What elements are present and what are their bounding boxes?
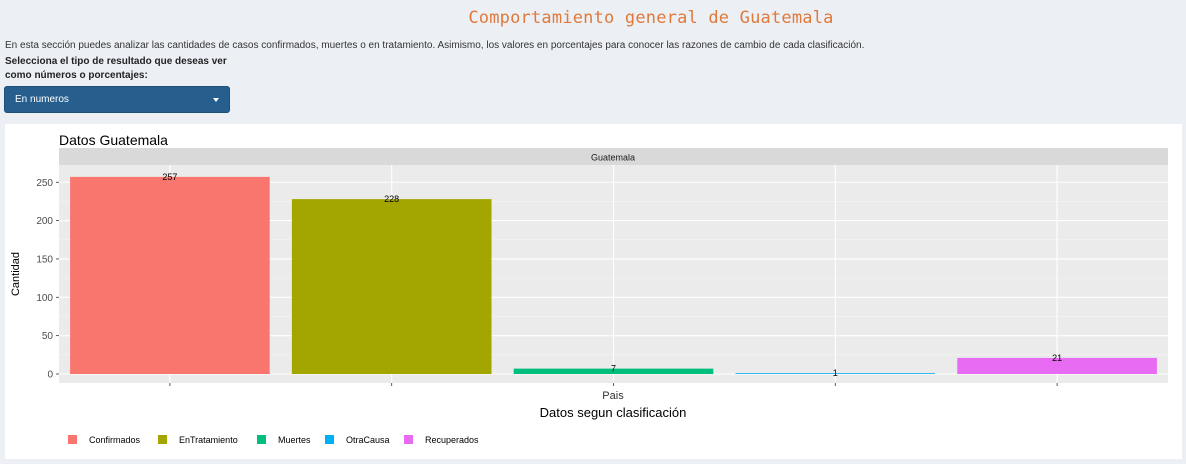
- chart-panel: Datos Guatemala Guatemala 257 228 7 1 21 0 50…: [5, 124, 1182, 459]
- data-label: 228: [384, 194, 399, 204]
- y-tick-label: 150: [36, 254, 53, 265]
- y-axis-title: Cantidad: [10, 252, 22, 296]
- legend-swatch: [325, 435, 334, 444]
- legend-swatch: [68, 435, 77, 444]
- y-tick-label: 50: [42, 331, 54, 342]
- x-axis: [169, 383, 1058, 386]
- y-tick-label: 200: [36, 216, 53, 227]
- x-tick-label: Pais: [602, 390, 624, 402]
- legend-label: EnTratamiento: [179, 435, 238, 445]
- result-type-label: Selecciona el tipo de resultado que dese…: [5, 55, 235, 83]
- legend-label: Confirmados: [89, 435, 141, 445]
- legend-label: OtraCausa: [346, 435, 390, 445]
- bar-confirmados: [70, 176, 270, 374]
- result-type-selected-value: En numeros: [15, 94, 69, 105]
- data-label: 7: [611, 364, 616, 374]
- legend-swatch: [158, 435, 167, 444]
- chart-title: Datos Guatemala: [59, 132, 168, 148]
- legend-label: Recuperados: [425, 435, 479, 445]
- legend-swatch: [257, 435, 266, 444]
- result-type-label-line2: como números o porcentajes:: [5, 70, 148, 81]
- section-description: En esta sección puedes analizar las cant…: [5, 40, 865, 51]
- data-label: 21: [1052, 353, 1062, 363]
- x-axis-title: Datos segun clasificación: [540, 405, 687, 420]
- data-label: 1: [833, 368, 838, 378]
- bar-entratamiento: [291, 199, 492, 374]
- legend: Confirmados EnTratamiento Muertes OtraCausa…: [68, 435, 479, 445]
- legend-swatch: [404, 435, 413, 444]
- facet-label: Guatemala: [591, 153, 635, 163]
- bar-chart: Datos Guatemala Guatemala 257 228 7 1 21 0 50…: [10, 132, 1168, 445]
- y-tick-label: 100: [36, 293, 53, 304]
- y-tick-label: 250: [36, 178, 53, 189]
- data-label: 257: [162, 172, 177, 182]
- y-tick-label: 0: [47, 370, 53, 381]
- page-header: Comportamiento general de Guatemala: [0, 0, 1186, 36]
- result-type-label-line1: Selecciona el tipo de resultado que dese…: [5, 56, 227, 67]
- result-type-dropdown[interactable]: En numeros: [4, 86, 230, 113]
- legend-label: Muertes: [278, 435, 311, 445]
- y-axis: 0 50 100 150 200 250: [36, 178, 59, 381]
- page-title: Comportamiento general de Guatemala: [468, 8, 834, 28]
- chevron-down-icon: [213, 98, 219, 102]
